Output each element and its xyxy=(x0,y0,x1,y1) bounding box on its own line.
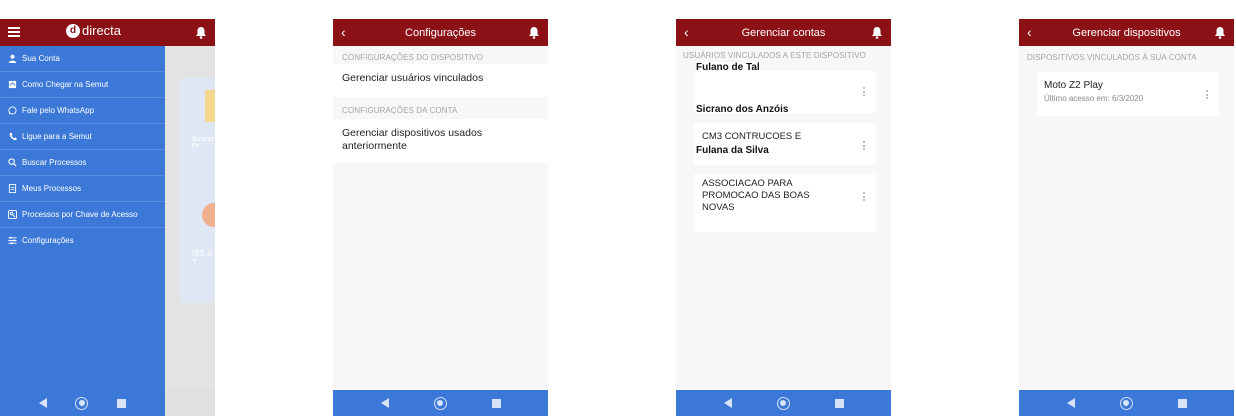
drawer-item-como-chegar[interactable]: Como Chegar na Semut xyxy=(0,72,165,98)
drawer-item-configuracoes[interactable]: Configurações xyxy=(0,228,165,253)
navigation-drawer: Sua Conta Como Chegar na Semut Fale pelo… xyxy=(0,46,165,390)
app-bar: ‹ Configurações xyxy=(333,19,548,46)
nav-home-icon[interactable] xyxy=(776,396,790,410)
more-options-icon[interactable] xyxy=(1206,90,1209,101)
nav-home-icon[interactable] xyxy=(1119,396,1133,410)
phone-screen-menu: d directa Buscar Pr ISS e T Sua Conta Co… xyxy=(0,8,215,416)
key-icon xyxy=(8,210,17,219)
iss-card[interactable]: ISS e T xyxy=(180,193,215,303)
search-process-card[interactable]: Buscar Pr xyxy=(180,78,215,198)
manage-devices-item[interactable]: Gerenciar dispositivos usados anteriorme… xyxy=(333,119,548,163)
app-bar: d directa xyxy=(0,19,215,46)
nav-home-icon[interactable] xyxy=(433,396,447,410)
drawer-item-buscar[interactable]: Buscar Processos xyxy=(0,150,165,176)
section-header-account: CONFIGURAÇÕES DA CONTA xyxy=(342,106,458,115)
whatsapp-icon xyxy=(8,106,17,115)
more-options-icon[interactable] xyxy=(863,192,866,203)
config-content: CONFIGURAÇÕES DO DISPOSITIVO Gerenciar u… xyxy=(333,46,548,390)
sliders-icon xyxy=(8,236,17,245)
nav-recent-apps-icon[interactable] xyxy=(1177,398,1187,408)
manage-linked-users-item[interactable]: Gerenciar usuários vinculados xyxy=(333,64,548,97)
nav-back-icon[interactable] xyxy=(723,398,732,408)
account-item[interactable]: CM3 CONTRUCOES E xyxy=(694,123,876,165)
search-icon xyxy=(8,158,17,167)
account-name-label: Fulana da Silva xyxy=(696,145,769,156)
document-icon xyxy=(8,184,17,193)
device-item[interactable]: Moto Z2 Play Último acesso em: 6/3/2020 xyxy=(1037,72,1219,116)
back-arrow-icon[interactable]: ‹ xyxy=(684,24,689,40)
nav-recent-apps-icon[interactable] xyxy=(491,398,501,408)
drawer-item-ligue[interactable]: Ligue para a Semut xyxy=(0,124,165,150)
notification-bell-icon[interactable] xyxy=(195,26,207,39)
app-bar: ‹ Gerenciar dispositivos xyxy=(1019,19,1234,46)
nav-back-icon[interactable] xyxy=(380,398,389,408)
nav-back-icon[interactable] xyxy=(1066,398,1075,408)
phone-screen-devices: ‹ Gerenciar dispositivos DISPOSITIVOS VI… xyxy=(1019,8,1234,416)
nav-recent-apps-icon[interactable] xyxy=(834,398,844,408)
page-title: Gerenciar contas xyxy=(741,26,826,39)
page-title: Gerenciar dispositivos xyxy=(1072,26,1181,39)
more-options-icon[interactable] xyxy=(863,87,866,98)
section-header-device: CONFIGURAÇÕES DO DISPOSITIVO xyxy=(342,53,484,62)
account-name-label: Sicrano dos Anzóis xyxy=(696,104,789,115)
accounts-content: USUÁRIOS VINCULADOS A ESTE DISPOSITIVO C… xyxy=(676,46,891,390)
nav-recent-apps-icon[interactable] xyxy=(116,398,126,408)
person-icon xyxy=(8,54,17,63)
android-nav-bar xyxy=(1019,390,1234,416)
account-item[interactable]: ASSOCIACAO PARA PROMOCAO DAS BOAS NOVAS xyxy=(694,174,876,232)
notification-bell-icon[interactable] xyxy=(1214,26,1226,39)
app-logo: d directa xyxy=(66,23,121,38)
drawer-item-whatsapp[interactable]: Fale pelo WhatsApp xyxy=(0,98,165,124)
account-name-label: Fulano de Tal xyxy=(696,62,760,73)
drawer-item-meus-processos[interactable]: Meus Processos xyxy=(0,176,165,202)
android-nav-bar xyxy=(676,390,891,416)
notification-bell-icon[interactable] xyxy=(871,26,883,39)
phone-screen-accounts: ‹ Gerenciar contas USUÁRIOS VINCULADOS A… xyxy=(676,8,891,416)
hamburger-menu-icon[interactable] xyxy=(8,27,20,37)
more-options-icon[interactable] xyxy=(863,141,866,152)
nav-back-icon[interactable] xyxy=(39,398,48,408)
phone-screen-config: ‹ Configurações CONFIGURAÇÕES DO DISPOSI… xyxy=(333,8,548,416)
app-bar: ‹ Gerenciar contas xyxy=(676,19,891,46)
drawer-item-chave-acesso[interactable]: Processos por Chave de Acesso xyxy=(0,202,165,228)
page-title: Configurações xyxy=(405,26,476,39)
section-header-linked-devices: DISPOSITIVOS VINCULADOS À SUA CONTA xyxy=(1027,53,1197,62)
devices-content: DISPOSITIVOS VINCULADOS À SUA CONTA Moto… xyxy=(1019,46,1234,390)
nav-home-icon[interactable] xyxy=(75,396,89,410)
android-nav-bar xyxy=(0,390,165,416)
back-arrow-icon[interactable]: ‹ xyxy=(1027,24,1032,40)
phone-icon xyxy=(9,132,17,141)
drawer-item-sua-conta[interactable]: Sua Conta xyxy=(0,46,165,72)
back-arrow-icon[interactable]: ‹ xyxy=(341,24,346,40)
android-nav-bar xyxy=(333,390,548,416)
home-content: Buscar Pr ISS e T Sua Conta Como Chegar … xyxy=(0,46,215,390)
map-icon xyxy=(8,80,17,89)
notification-bell-icon[interactable] xyxy=(528,26,540,39)
